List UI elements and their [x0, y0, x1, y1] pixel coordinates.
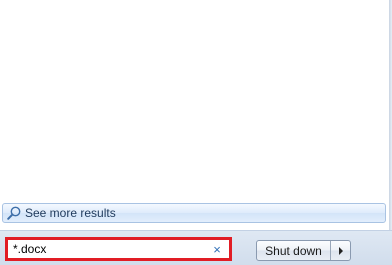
close-icon[interactable]: × — [209, 241, 225, 257]
shutdown-button[interactable]: Shut down — [257, 241, 331, 260]
see-more-results-label: See more results — [25, 206, 116, 220]
shutdown-split-button: Shut down — [256, 240, 351, 261]
search-icon — [7, 206, 21, 220]
see-more-results-button[interactable]: See more results — [2, 203, 386, 223]
chevron-right-icon — [338, 246, 343, 255]
search-input[interactable] — [8, 240, 209, 258]
shutdown-options-button[interactable] — [331, 241, 350, 260]
search-results-pane: See more results — [0, 0, 389, 230]
start-menu-bottom-bar: × Shut down — [0, 230, 392, 265]
search-box: × — [5, 237, 232, 261]
